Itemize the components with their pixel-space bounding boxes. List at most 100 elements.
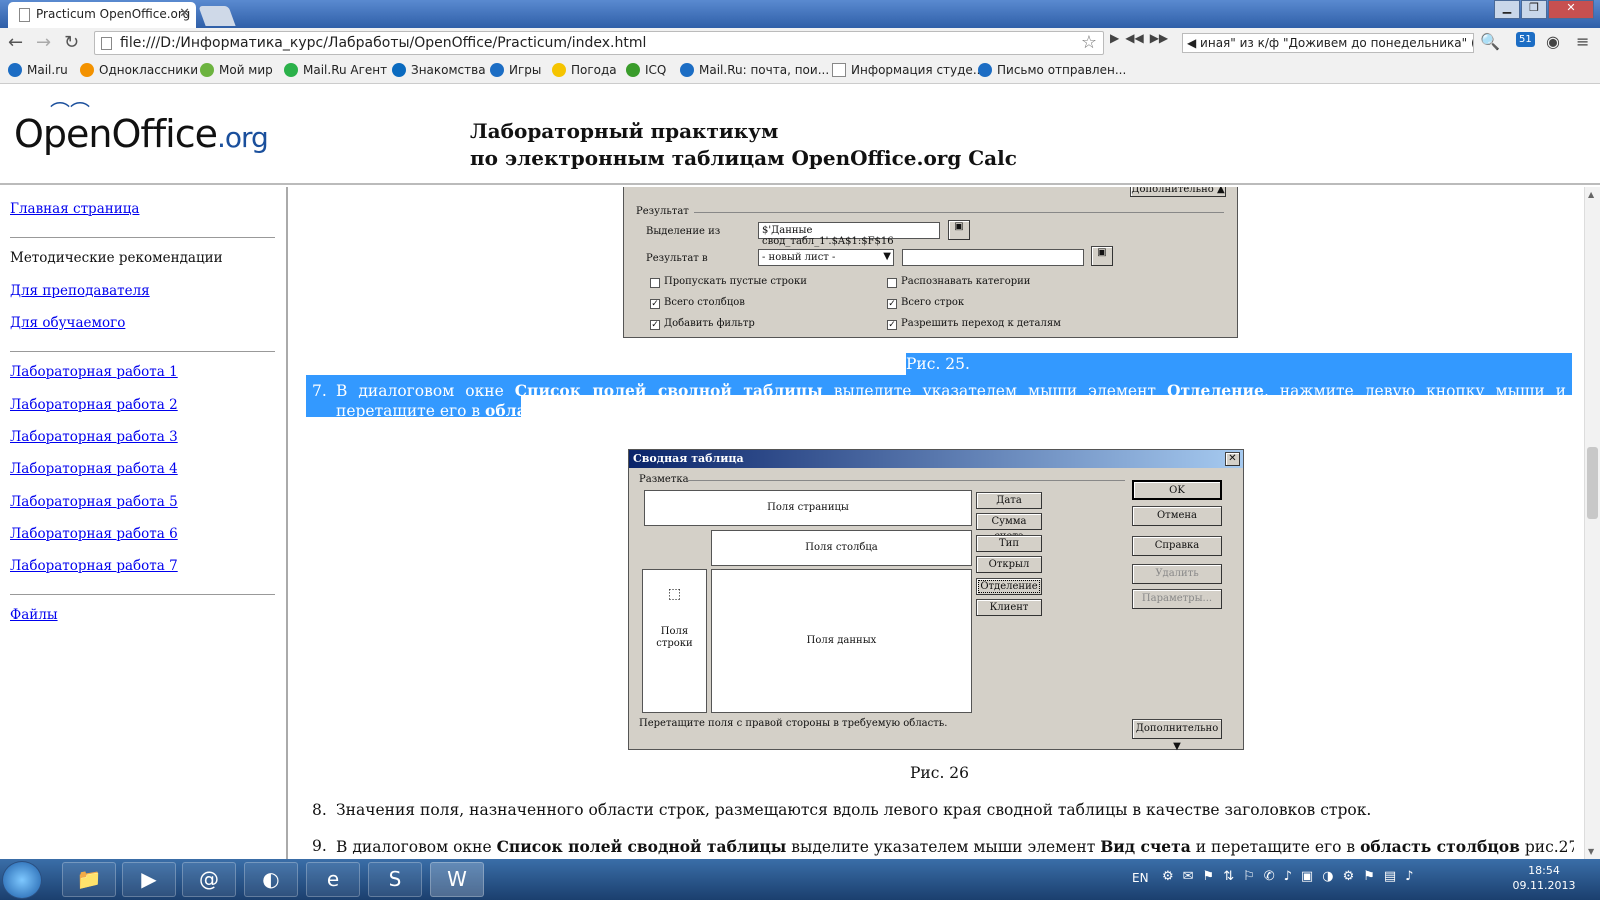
sidebar: Главная страница Методические рекомендац… xyxy=(0,187,288,859)
tray-icons[interactable]: ⚙✉⚑⇅⚐✆♪▣◑⚙⚑▤♪ xyxy=(1162,869,1422,884)
previous-icon[interactable]: ◀◀ xyxy=(1125,31,1143,45)
extension-icon[interactable]: ◉ xyxy=(1546,32,1560,51)
minimize-button[interactable]: ▁ xyxy=(1494,0,1520,19)
field-button-date: Дата xyxy=(976,492,1042,509)
selection-highlight xyxy=(906,353,1572,375)
forward-icon[interactable]: → xyxy=(36,32,51,53)
bookmark-item[interactable]: Mail.ru xyxy=(8,63,68,77)
song-title: ◀ иная" из к/ф "Доживем до понедельника"… xyxy=(1182,33,1474,53)
skip-empty-label: Пропускать пустые строки xyxy=(664,276,807,287)
divider xyxy=(10,237,275,238)
agent-badge[interactable]: 51 xyxy=(1516,32,1535,47)
checkbox-add-filter: ✓ xyxy=(650,320,660,330)
vertical-scrollbar[interactable]: ▲ ▼ xyxy=(1584,187,1600,859)
bookmark-item[interactable]: Знакомства xyxy=(392,63,486,77)
pivot-table-dialog-screenshot: Сводная таблица ✕ Разметка Поля страницы… xyxy=(628,449,1244,752)
language-indicator[interactable]: EN xyxy=(1132,871,1149,885)
scrollbar-thumb[interactable] xyxy=(1587,447,1598,519)
sidebar-link-lab-3[interactable]: Лабораторная работа 3 xyxy=(10,429,178,445)
app-icon[interactable]: ◐ xyxy=(244,862,298,897)
play-icon[interactable]: ▶ xyxy=(1110,31,1119,45)
scroll-down-icon[interactable]: ▼ xyxy=(1588,847,1594,856)
sidebar-link-lab-1[interactable]: Лабораторная работа 1 xyxy=(10,364,178,380)
clock[interactable]: 18:54 09.11.2013 xyxy=(1504,863,1584,893)
reload-icon[interactable]: ↻ xyxy=(64,32,79,53)
field-button-opened: Открыл xyxy=(976,556,1042,573)
maximize-button[interactable]: ❐ xyxy=(1521,0,1547,19)
skype-icon[interactable]: S xyxy=(368,862,422,897)
windows-taskbar: 📁 ▶ @ ◐ e S W EN ⚙✉⚑⇅⚐✆♪▣◑⚙⚑▤♪ 18:54 09.… xyxy=(0,859,1600,900)
internet-explorer-icon[interactable]: e xyxy=(306,862,360,897)
bookmarks-bar: Mail.ru Одноклассники Мой мир Mail.Ru Аг… xyxy=(0,58,1600,84)
close-window-button[interactable]: ✕ xyxy=(1548,0,1594,19)
bookmark-item[interactable]: ICQ xyxy=(626,63,666,77)
games-icon xyxy=(490,63,504,77)
explorer-icon[interactable]: 📁 xyxy=(62,862,116,897)
address-bar[interactable]: file:///D:/Информатика_курс/Лабработы/Op… xyxy=(94,31,1104,55)
new-tab-button[interactable] xyxy=(198,6,236,26)
bookmark-item[interactable]: Письмо отправлен... xyxy=(978,63,1126,77)
data-fields-area: Поля данных xyxy=(711,569,972,713)
sidebar-link-lab-2[interactable]: Лабораторная работа 2 xyxy=(10,397,178,413)
myworld-icon xyxy=(200,63,214,77)
sidebar-link-lab-4[interactable]: Лабораторная работа 4 xyxy=(10,461,178,477)
checkbox-drill: ✓ xyxy=(887,320,897,330)
sidebar-link-lab-7[interactable]: Лабораторная работа 7 xyxy=(10,558,178,574)
field-button-type: Тип xyxy=(976,535,1042,552)
figure-caption-26: Рис. 26 xyxy=(910,764,970,782)
drag-cursor-icon: ⬚ xyxy=(667,586,682,602)
start-button[interactable] xyxy=(2,861,42,899)
group-line xyxy=(687,480,1125,481)
consolidation-dialog-screenshot: Дополнительно ▲ Результат Выделение из $… xyxy=(623,187,1238,338)
shrink-icon: ▣ xyxy=(948,220,970,240)
url-text: file:///D:/Информатика_курс/Лабработы/Op… xyxy=(120,35,647,51)
cancel-button: Отмена xyxy=(1132,506,1222,526)
shrink-icon: ▣ xyxy=(1091,246,1113,266)
dialog-title: Сводная таблица xyxy=(629,450,1243,468)
bookmark-item[interactable]: Игры xyxy=(490,63,541,77)
select-from-field: $'Данные свод_табл_1'.$A$1:$F$16 xyxy=(758,222,940,247)
sidebar-link-files[interactable]: Файлы xyxy=(10,607,58,623)
add-filter-label: Добавить фильтр xyxy=(664,318,755,329)
params-button: Параметры... xyxy=(1132,589,1222,609)
row-fields-area: ⬚ Поля строки xyxy=(642,569,707,713)
menu-icon[interactable]: ≡ xyxy=(1576,32,1589,51)
more-button: Дополнительно ▼ xyxy=(1132,719,1222,752)
close-tab-icon[interactable]: ✕ xyxy=(179,6,190,21)
bookmark-item[interactable]: Погода xyxy=(552,63,617,77)
browser-toolbar: ← → ↻ file:///D:/Информатика_курс/Лабраб… xyxy=(0,28,1600,58)
bookmark-star-icon[interactable]: ☆ xyxy=(1081,32,1097,53)
sidebar-link-teacher[interactable]: Для преподавателя xyxy=(10,283,150,299)
checkbox-total-cols: ✓ xyxy=(650,299,660,309)
page-fields-area: Поля страницы xyxy=(644,490,972,526)
bookmark-item[interactable]: Мой мир xyxy=(200,63,273,77)
checkbox-skip-empty xyxy=(650,278,660,288)
sidebar-link-lab-6[interactable]: Лабораторная работа 6 xyxy=(10,526,178,542)
search-icon[interactable]: 🔍 xyxy=(1480,32,1500,51)
bookmark-item[interactable]: Mail.Ru: почта, пои... xyxy=(680,63,829,77)
result-in-select: - новый лист - ▼ xyxy=(758,249,894,266)
bookmark-item[interactable]: Mail.Ru Агент xyxy=(284,63,387,77)
ok-icon xyxy=(80,63,94,77)
page-title: Лабораторный практикум по электронным та… xyxy=(470,119,1017,170)
title-bar: Practicum OpenOffice.org ✕ ▁ ❐ ✕ xyxy=(0,0,1600,28)
back-icon[interactable]: ← xyxy=(8,32,23,53)
bookmark-item[interactable]: Одноклассники xyxy=(80,63,198,77)
group-line xyxy=(694,212,1224,213)
word-icon[interactable]: W xyxy=(430,862,484,897)
layout-label: Разметка xyxy=(639,474,689,485)
sidebar-link-student[interactable]: Для обучаемого xyxy=(10,315,125,331)
scroll-up-icon[interactable]: ▲ xyxy=(1588,190,1594,199)
divider xyxy=(10,351,275,352)
mail-agent-icon[interactable]: @ xyxy=(182,862,236,897)
icq-icon xyxy=(626,63,640,77)
sidebar-link-lab-5[interactable]: Лабораторная работа 5 xyxy=(10,494,178,510)
sidebar-link-home[interactable]: Главная страница xyxy=(10,201,139,217)
bookmark-item[interactable]: Информация студе... xyxy=(832,63,984,77)
media-player-icon[interactable]: ▶ xyxy=(122,862,176,897)
mail-icon xyxy=(8,63,22,77)
next-icon[interactable]: ▶▶ xyxy=(1150,31,1168,45)
browser-tab[interactable]: Practicum OpenOffice.org ✕ xyxy=(8,2,196,28)
weather-icon xyxy=(552,63,566,77)
tab-title: Practicum OpenOffice.org xyxy=(36,7,191,21)
